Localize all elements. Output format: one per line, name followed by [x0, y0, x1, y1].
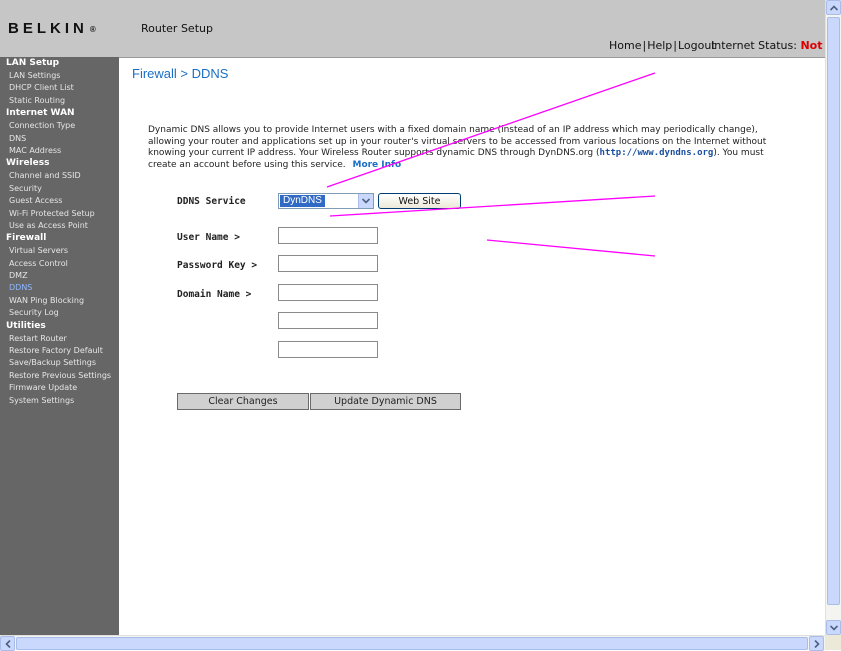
sidebar-item-access-control[interactable]: Access Control	[0, 258, 119, 270]
more-info-link[interactable]: More Info	[352, 160, 401, 170]
chevron-down-icon	[829, 624, 838, 631]
sidebar-item-save-backup[interactable]: Save/Backup Settings	[0, 357, 119, 369]
intro-paragraph: Dynamic DNS allows you to provide Intern…	[148, 125, 767, 171]
sidebar-item-dmz[interactable]: DMZ	[0, 270, 119, 282]
sidebar-item-wan-ping-blocking[interactable]: WAN Ping Blocking	[0, 295, 119, 307]
sidebar-item-restore-previous[interactable]: Restore Previous Settings	[0, 370, 119, 382]
ddns-service-select[interactable]: DynDNS	[278, 193, 374, 209]
domain-input-3[interactable]	[278, 341, 378, 358]
website-button[interactable]: Web Site	[378, 193, 461, 209]
header-links: Home|Help|Logout	[609, 39, 716, 52]
sidebar-item-dhcp-client-list[interactable]: DHCP Client List	[0, 82, 119, 94]
scroll-left-button[interactable]	[0, 636, 15, 651]
page-header: BELKIN ® Router Setup Home|Help|Logout In…	[0, 0, 841, 58]
sidebar-item-virtual-servers[interactable]: Virtual Servers	[0, 245, 119, 257]
chevron-down-icon[interactable]	[358, 194, 373, 208]
sidebar-item-lan-settings[interactable]: LAN Settings	[0, 70, 119, 82]
sidebar-group-lan-setup[interactable]: LAN Setup	[0, 57, 119, 70]
sidebar-item-static-routing[interactable]: Static Routing	[0, 95, 119, 107]
sidebar-nav: LAN Setup LAN Settings DHCP Client List …	[0, 57, 119, 635]
registered-mark: ®	[89, 24, 96, 34]
sidebar-group-utilities[interactable]: Utilities	[0, 320, 119, 333]
sidebar-item-firmware-update[interactable]: Firmware Update	[0, 382, 119, 394]
password-input[interactable]	[278, 255, 378, 272]
scroll-right-button[interactable]	[809, 636, 824, 651]
internet-status-label: Internet Status:	[711, 39, 797, 52]
horizontal-scrollbar[interactable]	[0, 635, 825, 651]
sidebar-group-firewall[interactable]: Firewall	[0, 232, 119, 245]
sidebar-item-ddns[interactable]: DDNS	[0, 282, 119, 294]
password-label: Password Key >	[177, 260, 258, 271]
ddns-service-label: DDNS Service	[177, 196, 246, 207]
scrollbar-corner	[825, 635, 841, 650]
ddns-service-value: DynDNS	[280, 195, 325, 207]
sidebar-item-system-settings[interactable]: System Settings	[0, 395, 119, 407]
help-link[interactable]: Help	[647, 39, 672, 52]
sidebar-item-dns[interactable]: DNS	[0, 133, 119, 145]
chevron-up-icon	[829, 4, 838, 11]
sidebar-item-restore-factory[interactable]: Restore Factory Default	[0, 345, 119, 357]
domain-input-2[interactable]	[278, 312, 378, 329]
sidebar-item-channel-ssid[interactable]: Channel and SSID	[0, 170, 119, 182]
sidebar-item-access-point[interactable]: Use as Access Point	[0, 220, 119, 232]
vertical-scrollbar[interactable]	[825, 0, 841, 635]
scroll-down-button[interactable]	[826, 620, 841, 635]
app-title: Router Setup	[141, 22, 213, 35]
sidebar-group-internet-wan[interactable]: Internet WAN	[0, 107, 119, 120]
chevron-right-icon	[813, 639, 820, 648]
sidebar-item-connection-type[interactable]: Connection Type	[0, 120, 119, 132]
vertical-scroll-thumb[interactable]	[827, 17, 840, 605]
sidebar-group-wireless[interactable]: Wireless	[0, 157, 119, 170]
logo-text: BELKIN	[8, 20, 88, 37]
sidebar-item-security-log[interactable]: Security Log	[0, 307, 119, 319]
horizontal-scroll-thumb[interactable]	[16, 637, 808, 650]
dyndns-link[interactable]: http://www.dyndns.org	[600, 148, 714, 158]
annotation-overlay	[326, 72, 656, 257]
page-title: Firewall > DDNS	[132, 66, 229, 81]
sidebar-item-mac-address[interactable]: MAC Address	[0, 145, 119, 157]
clear-changes-button[interactable]: Clear Changes	[177, 393, 309, 410]
sidebar-item-restart-router[interactable]: Restart Router	[0, 333, 119, 345]
domain-label: Domain Name >	[177, 289, 252, 300]
link-separator: |	[642, 39, 647, 52]
home-link[interactable]: Home	[609, 39, 641, 52]
link-separator: |	[673, 39, 677, 52]
username-label: User Name >	[177, 232, 240, 243]
chevron-left-icon	[4, 639, 11, 648]
sidebar-item-wps[interactable]: Wi-Fi Protected Setup	[0, 208, 119, 220]
domain-input[interactable]	[278, 284, 378, 301]
annotation-line	[486, 239, 656, 257]
internet-status: Internet Status: Not Co	[711, 39, 841, 52]
belkin-logo: BELKIN ®	[8, 20, 96, 37]
sidebar-item-security[interactable]: Security	[0, 183, 119, 195]
update-dynamic-dns-button[interactable]: Update Dynamic DNS	[310, 393, 461, 410]
username-input[interactable]	[278, 227, 378, 244]
scroll-up-button[interactable]	[826, 0, 841, 15]
sidebar-item-guest-access[interactable]: Guest Access	[0, 195, 119, 207]
